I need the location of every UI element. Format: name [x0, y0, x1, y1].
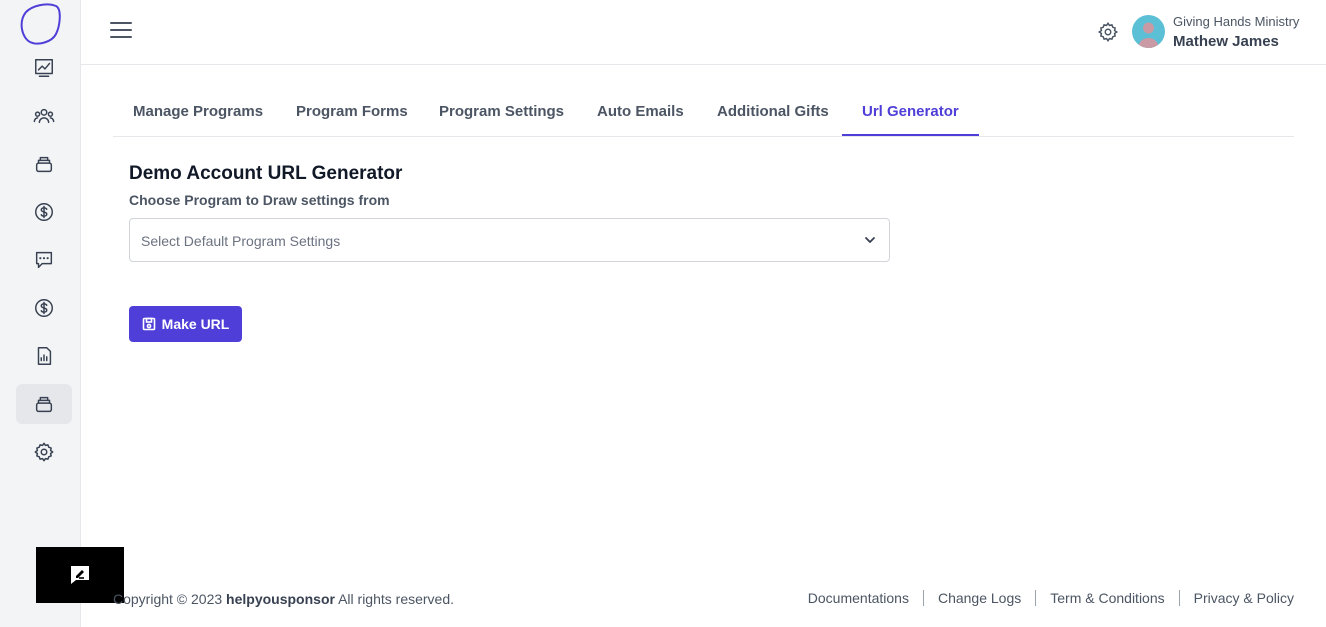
- footer-link-change-logs[interactable]: Change Logs: [938, 590, 1021, 606]
- tab-url-generator[interactable]: Url Generator: [842, 92, 979, 136]
- brand-name: helpyousponsor: [226, 591, 335, 607]
- top-header: Giving Hands Ministry Mathew James: [81, 0, 1326, 65]
- tab-program-settings[interactable]: Program Settings: [419, 92, 584, 136]
- sidebar-item-sponsors[interactable]: [16, 96, 72, 136]
- copyright-suffix: All rights reserved.: [338, 591, 455, 607]
- gear-icon: [34, 442, 54, 462]
- tab-program-forms[interactable]: Program Forms: [276, 92, 428, 136]
- sidebar-item-dashboard[interactable]: [16, 48, 72, 88]
- tab-bar: Manage Programs Program Forms Program Se…: [113, 92, 1294, 137]
- divider: [1035, 590, 1037, 606]
- chevron-down-icon: [865, 237, 875, 243]
- user-name[interactable]: Mathew James: [1173, 33, 1279, 50]
- feedback-chat-button[interactable]: [36, 547, 124, 603]
- sidebar-item-donations[interactable]: [16, 192, 72, 232]
- sidebar-item-program-setup[interactable]: [16, 384, 72, 424]
- tab-additional-gifts[interactable]: Additional Gifts: [697, 92, 849, 136]
- select-placeholder: Select Default Program Settings: [141, 233, 341, 249]
- header-settings-gear-icon[interactable]: [1097, 21, 1119, 43]
- sidebar: [0, 0, 81, 627]
- divider: [922, 590, 924, 606]
- footer-link-documentations[interactable]: Documentations: [808, 590, 909, 606]
- divider: [1178, 590, 1180, 606]
- field-label: Choose Program to Draw settings from: [129, 192, 390, 208]
- users-icon: [33, 108, 55, 124]
- sidebar-item-reports[interactable]: [16, 336, 72, 376]
- organization-name: Giving Hands Ministry: [1173, 14, 1300, 29]
- dollar-icon: [35, 203, 53, 221]
- menu-toggle-icon[interactable]: [110, 22, 132, 42]
- program-settings-select[interactable]: Select Default Program Settings: [129, 218, 890, 262]
- chart-line-icon: [35, 59, 53, 77]
- stack-icon: [35, 396, 53, 413]
- feedback-icon: [71, 566, 89, 584]
- tab-manage-programs[interactable]: Manage Programs: [113, 92, 283, 136]
- make-url-label: Make URL: [161, 316, 230, 332]
- avatar[interactable]: [1132, 15, 1165, 48]
- sidebar-item-payments[interactable]: [16, 288, 72, 328]
- copyright-prefix: Copyright © 2023: [113, 591, 223, 607]
- report-icon: [37, 347, 52, 365]
- footer-link-privacy[interactable]: Privacy & Policy: [1194, 590, 1294, 606]
- save-icon: [142, 317, 155, 331]
- sidebar-item-programs[interactable]: [16, 144, 72, 184]
- footer-links: Documentations Change Logs Term & Condit…: [808, 590, 1294, 606]
- dollar-icon: [35, 299, 53, 317]
- chat-icon: [35, 251, 53, 269]
- sidebar-item-messages[interactable]: [16, 240, 72, 280]
- page-title: Demo Account URL Generator: [129, 163, 403, 184]
- footer-link-terms[interactable]: Term & Conditions: [1050, 590, 1164, 606]
- copyright: Copyright © 2023 helpyousponsor All righ…: [113, 591, 454, 607]
- tab-auto-emails[interactable]: Auto Emails: [577, 92, 704, 136]
- sidebar-item-settings[interactable]: [16, 432, 72, 472]
- logo-icon[interactable]: [16, 2, 64, 46]
- make-url-button[interactable]: Make URL: [129, 306, 242, 342]
- stack-icon: [35, 156, 53, 173]
